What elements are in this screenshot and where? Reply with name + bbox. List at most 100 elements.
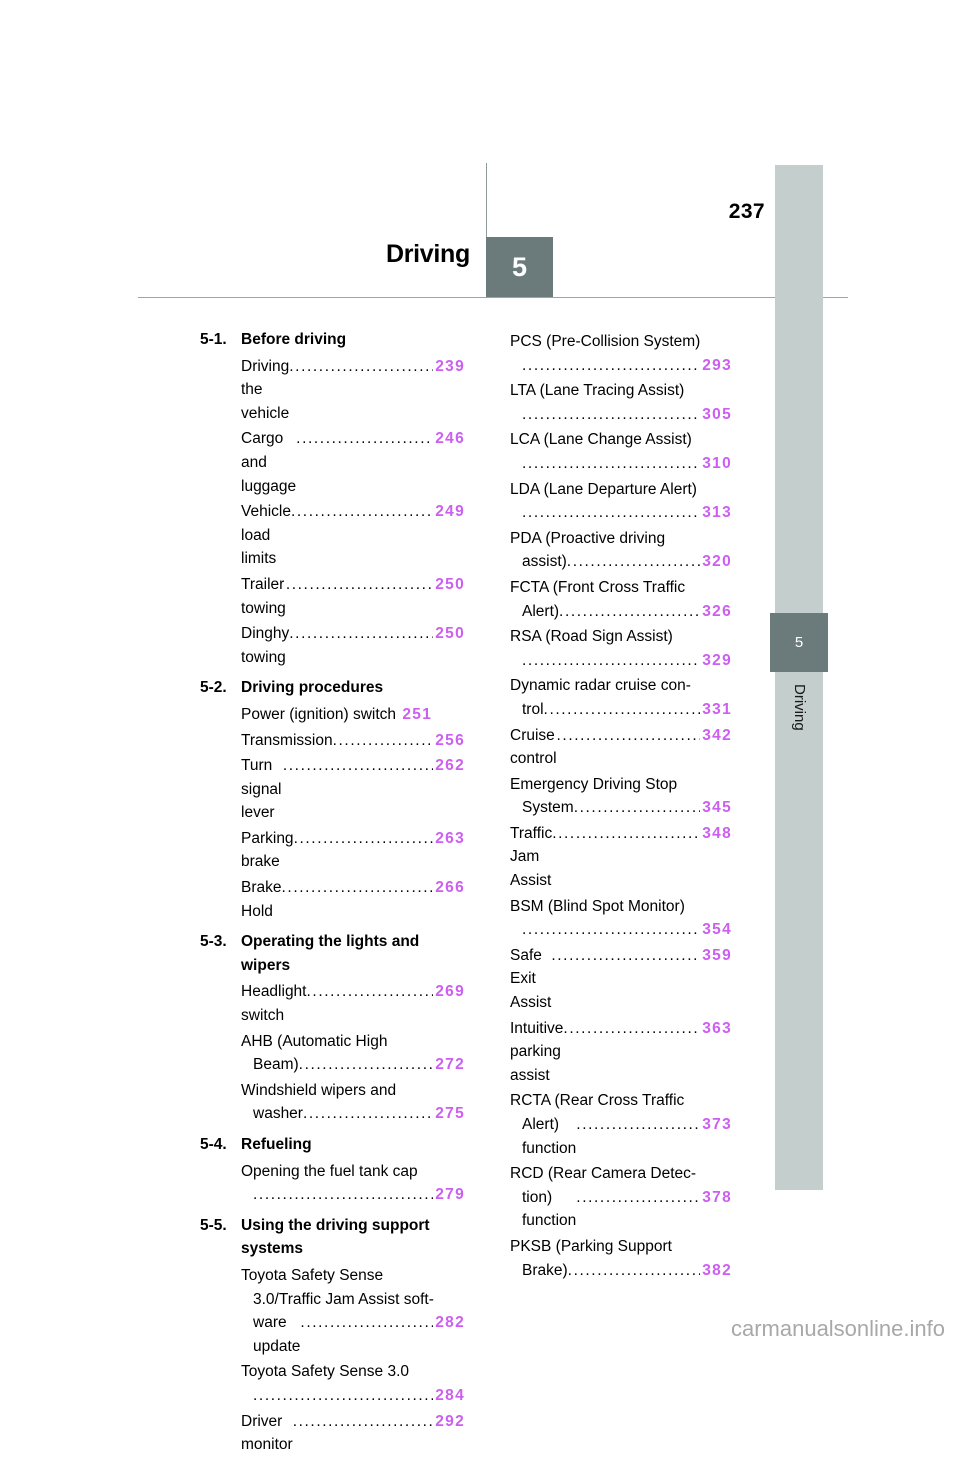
toc-entry-page-number[interactable]: 382	[700, 1259, 732, 1283]
toc-entry-page-number[interactable]: 249	[433, 500, 465, 524]
toc-entry-page-number[interactable]: 263	[433, 827, 465, 851]
toc-section-name: Using the driving support systems	[241, 1216, 430, 1258]
toc-entry[interactable]: Driving the vehicle 239	[241, 355, 465, 426]
toc-entry-page-number[interactable]: 310	[700, 452, 732, 476]
toc-entry-page-number[interactable]: 250	[433, 573, 465, 597]
toc-entry[interactable]: Windshield wipers and washer 275	[241, 1079, 465, 1126]
toc-entry[interactable]: RCTA (Rear Cross Traffic Alert) function …	[510, 1089, 732, 1160]
toc-entry-title: Intuitive parking assist	[510, 1019, 568, 1084]
toc-section-number: 5-3.	[200, 933, 227, 951]
toc-entry-title-line: Toyota Safety Sense	[241, 1266, 384, 1284]
toc-entry[interactable]: PCS (Pre-Collision System) 293	[510, 330, 732, 377]
toc-entry-title: Transmission	[241, 731, 333, 749]
toc-leader-dots	[307, 980, 434, 1004]
toc-entry[interactable]: Dynamic radar cruise con-trol 331	[510, 674, 732, 721]
toc-entry-page-number[interactable]: 363	[700, 1017, 732, 1041]
chapter-title: Driving	[385, 240, 470, 268]
toc-entry-title: Power (ignition) switch	[241, 705, 401, 723]
toc-entry[interactable]: Brake Hold 266	[241, 876, 465, 923]
toc-entry-title-line: RCD (Rear Camera Detec-	[510, 1165, 697, 1183]
toc-leader-dots	[576, 1186, 700, 1210]
toc-leader-dots	[293, 1410, 434, 1434]
toc-entry-title-line: Opening the fuel tank cap	[241, 1162, 418, 1180]
toc-entry[interactable]: Cargo and luggage 246	[241, 427, 465, 498]
toc-entry-page-number[interactable]: 275	[433, 1102, 465, 1126]
toc-entry-page-number[interactable]: 342	[700, 724, 732, 748]
toc-entry[interactable]: RCD (Rear Camera Detec-tion) function 378	[510, 1162, 732, 1233]
toc-entry-title: Beam)	[253, 1056, 299, 1074]
toc-entry-title-line: BSM (Blind Spot Monitor)	[510, 897, 685, 915]
toc-entry-page-number[interactable]: 266	[433, 876, 465, 900]
toc-entry[interactable]: Cruise control 342	[510, 724, 732, 771]
toc-entry[interactable]: FCTA (Front Cross Traffic Alert) 326	[510, 576, 732, 623]
toc-entry[interactable]: Toyota Safety Sense 3.0 284	[241, 1360, 465, 1407]
toc-entry[interactable]: Transmission 256	[241, 729, 465, 753]
toc-entry-title: Brake Hold	[241, 879, 286, 920]
toc-entry[interactable]: PDA (Proactive driving assist) 320	[510, 527, 732, 574]
toc-entry[interactable]: PKSB (Parking Support Brake) 382	[510, 1235, 732, 1282]
toc-entry-page-number[interactable]: 329	[700, 649, 732, 673]
toc-entry[interactable]: LDA (Lane Departure Alert)313	[510, 478, 732, 525]
toc-entry[interactable]: Power (ignition) switch 251	[241, 703, 465, 727]
toc-entry-last-line: Transmission 256	[241, 729, 465, 753]
toc-entry[interactable]: Headlight switch 269	[241, 980, 465, 1027]
toc-entry-page-number[interactable]: 313	[700, 501, 732, 525]
toc-entry-page-number[interactable]: 359	[700, 944, 732, 968]
toc-entry-page-number[interactable]: 293	[700, 354, 732, 378]
toc-entry-page-number[interactable]: 272	[433, 1053, 465, 1077]
toc-entry-page-number[interactable]: 292	[433, 1410, 465, 1434]
toc-entry[interactable]: Dinghy towing 250	[241, 622, 465, 669]
toc-leader-dots	[522, 649, 700, 673]
toc-entry[interactable]: RSA (Road Sign Assist) 329	[510, 625, 732, 672]
toc-entry-page-number[interactable]: 326	[700, 600, 732, 624]
toc-entry-page-number[interactable]: 284	[433, 1384, 465, 1408]
toc-leader-dots	[522, 354, 700, 378]
toc-entry[interactable]: LTA (Lane Tracing Assist) 305	[510, 379, 732, 426]
toc-entry[interactable]: AHB (Automatic High Beam) 272	[241, 1030, 465, 1077]
toc-entry-page-number[interactable]: 279	[433, 1183, 465, 1207]
toc-entry-page-number[interactable]: 373	[700, 1113, 732, 1137]
toc-entry-page-number[interactable]: 262	[433, 754, 465, 778]
toc-entry-last-line: System 345	[510, 796, 732, 820]
toc-entry-page-number[interactable]: 250	[433, 622, 465, 646]
toc-entry-page-number[interactable]: 348	[700, 822, 732, 846]
toc-entry[interactable]: Toyota Safety Sense 3.0/Traffic Jam Assis…	[241, 1264, 465, 1358]
toc-entry-page-number[interactable]: 256	[433, 729, 465, 753]
toc-entry-last-line: Safe Exit Assist 359	[510, 944, 732, 1015]
toc-entry[interactable]: LCA (Lane Change Assist) 310	[510, 428, 732, 475]
toc-entry[interactable]: BSM (Blind Spot Monitor) 354	[510, 895, 732, 942]
toc-entry-title: Turn signal lever	[241, 757, 286, 822]
toc-entry-page-number[interactable]: 378	[700, 1186, 732, 1210]
toc-entry-page-number[interactable]: 354	[700, 918, 732, 942]
chapter-number-label: 5	[511, 252, 528, 282]
toc-leader-dots	[563, 1017, 700, 1041]
toc-entry-page-number[interactable]: 305	[700, 403, 732, 427]
toc-leader-dots	[253, 1183, 433, 1207]
toc-entry[interactable]: Opening the fuel tank cap 279	[241, 1160, 465, 1207]
toc-entry[interactable]: Traffic Jam Assist 348	[510, 822, 732, 893]
toc-entry-title-line: RCTA (Rear Cross Traffic	[510, 1092, 685, 1110]
toc-entry-page-number[interactable]: 251	[400, 703, 432, 727]
toc-entry[interactable]: Safe Exit Assist 359	[510, 944, 732, 1015]
toc-entry[interactable]: Driver monitor 292	[241, 1410, 465, 1457]
toc-entry-title: tion) function	[522, 1188, 577, 1230]
toc-entry-page-number[interactable]: 320	[700, 550, 732, 574]
toc-section-number: 5-4.	[200, 1136, 227, 1153]
toc-entry[interactable]: Emergency Driving Stop System 345	[510, 773, 732, 820]
toc-entry[interactable]: Trailer towing 250	[241, 573, 465, 620]
toc-entry[interactable]: Parking brake 263	[241, 827, 465, 874]
toc-entry[interactable]: Turn signal lever 262	[241, 754, 465, 825]
toc-entry-page-number[interactable]: 246	[433, 427, 465, 451]
toc-entry-title: Dinghy towing	[241, 625, 294, 666]
toc-entry-page-number[interactable]: 331	[700, 698, 732, 722]
toc-entry-page-number[interactable]: 269	[433, 980, 465, 1004]
toc-entry-page-number[interactable]: 239	[433, 355, 465, 379]
side-tab-active-chapter[interactable]: 5	[770, 613, 828, 672]
toc-entry-title-line: PCS (Pre-Collision System)	[510, 333, 701, 350]
toc-entry-title: Parking brake	[241, 829, 298, 871]
toc-leader-dots	[551, 944, 700, 968]
toc-entry[interactable]: Intuitive parking assist 363	[510, 1017, 732, 1088]
toc-entry-page-number[interactable]: 345	[700, 796, 732, 820]
toc-entry[interactable]: Vehicle load limits 249	[241, 500, 465, 571]
toc-entry-last-line: 279	[241, 1183, 465, 1207]
